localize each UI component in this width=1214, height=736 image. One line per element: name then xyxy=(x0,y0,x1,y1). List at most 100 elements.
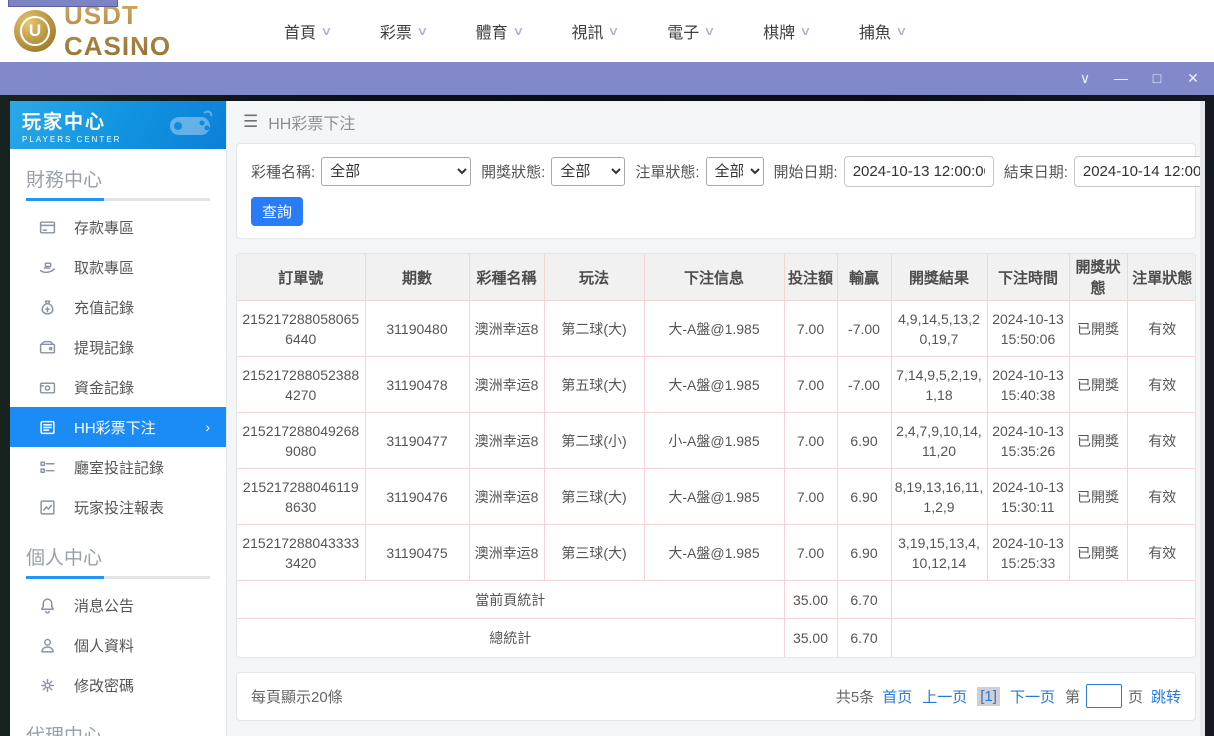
nav-item-3[interactable]: 視訊∨ xyxy=(571,19,618,43)
section-title-1: 個人中心 xyxy=(10,527,226,576)
sidebar-item-充值記錄[interactable]: 充值記錄 xyxy=(10,287,226,327)
summary-label: 當前頁統計 xyxy=(237,581,784,619)
next-page-link[interactable]: 下一页 xyxy=(1010,686,1055,707)
table-cell: 31190476 xyxy=(365,469,469,525)
sidebar-item-存款專區[interactable]: 存款專區 xyxy=(10,207,226,247)
table-cell: 已開獎 xyxy=(1069,301,1127,357)
sidebar-item-廳室投註記錄[interactable]: 廳室投註記錄 xyxy=(10,447,226,487)
table-row: 215217288049268908031190477澳洲幸运8第二球(小)小-… xyxy=(237,413,1196,469)
table-row: 215217288046119863031190476澳洲幸运8第三球(大)大-… xyxy=(237,469,1196,525)
col-header-4: 下注信息 xyxy=(644,254,784,301)
table-cell: 4,9,14,5,13,20,19,7 xyxy=(891,301,987,357)
col-header-5: 投注額 xyxy=(784,254,837,301)
chevron-down-icon: ∨ xyxy=(512,24,524,38)
sidebar-item-玩家投注報表[interactable]: 玩家投注報表 xyxy=(10,487,226,527)
summary-empty xyxy=(891,581,1196,619)
table-row: 215217288058065644031190480澳洲幸运8第二球(大)大-… xyxy=(237,301,1196,357)
sidebar-item-label: 存款專區 xyxy=(74,217,134,238)
menu-toggle-icon[interactable]: ☰ xyxy=(243,112,258,132)
nav-item-2[interactable]: 體育∨ xyxy=(476,19,523,43)
logo[interactable]: U USDT CASINO xyxy=(14,0,254,62)
nav-item-0[interactable]: 首頁∨ xyxy=(284,19,331,43)
maximize-icon[interactable]: □ xyxy=(1142,62,1172,95)
order-status-select[interactable]: 全部 xyxy=(706,157,764,186)
col-header-3: 玩法 xyxy=(544,254,644,301)
nav-item-label: 視訊 xyxy=(571,19,603,43)
col-header-6: 輸贏 xyxy=(837,254,891,301)
summary-row: 總統計35.006.70 xyxy=(237,619,1196,657)
sidebar-item-資金記錄[interactable]: 資金記錄 xyxy=(10,367,226,407)
sidebar-item-個人資料[interactable]: 個人資料 xyxy=(10,625,226,665)
summary-row: 當前頁統計35.006.70 xyxy=(237,581,1196,619)
logo-coin-icon: U xyxy=(14,10,56,52)
table-cell: 31190480 xyxy=(365,301,469,357)
nav-item-6[interactable]: 捕魚∨ xyxy=(859,19,906,43)
wallet-icon xyxy=(38,338,56,356)
sidebar-item-消息公告[interactable]: 消息公告 xyxy=(10,585,226,625)
table-cell: 有效 xyxy=(1127,301,1196,357)
end-date-label: 結束日期: xyxy=(1004,161,1068,182)
nav-item-1[interactable]: 彩票∨ xyxy=(380,19,427,43)
nav-item-label: 彩票 xyxy=(380,19,412,43)
sidebar-item-修改密碼[interactable]: 修改密碼 xyxy=(10,665,226,705)
summary-empty xyxy=(891,619,1196,657)
table-cell: 7.00 xyxy=(784,413,837,469)
window-titlebar: ∨—□✕ xyxy=(0,62,1214,95)
section-underline xyxy=(26,198,210,201)
start-date-input[interactable] xyxy=(844,156,994,187)
sidebar-item-label: HH彩票下注 xyxy=(74,417,156,438)
bets-table-card: 訂單號期數彩種名稱玩法下注信息投注額輸贏開獎結果下注時間開獎狀態注單狀態 215… xyxy=(236,253,1196,658)
sidebar-item-label: 消息公告 xyxy=(74,595,134,616)
pager: 共5条 首页 上一页 [1] 下一页 第 页 跳转 xyxy=(836,684,1181,708)
withdraw-hand-icon xyxy=(38,258,56,276)
jump-go-link[interactable]: 跳转 xyxy=(1151,686,1181,707)
moneybag-icon xyxy=(38,298,56,316)
chevron-down-icon: ∨ xyxy=(320,24,332,38)
page-title: HH彩票下注 xyxy=(268,110,355,134)
query-button[interactable]: 查詢 xyxy=(251,197,303,226)
sidebar-item-HH彩票下注[interactable]: HH彩票下注› xyxy=(10,407,226,447)
table-cell: 2,4,7,9,10,14,11,20 xyxy=(891,413,987,469)
first-page-link[interactable]: 首页 xyxy=(882,686,912,707)
logo-text: USDT CASINO xyxy=(64,0,254,62)
nav-item-5[interactable]: 棋牌∨ xyxy=(763,19,810,43)
page-jump-input[interactable] xyxy=(1086,684,1122,708)
table-cell: 7.00 xyxy=(784,301,837,357)
table-cell: 已開獎 xyxy=(1069,469,1127,525)
table-cell: 2152172880461198630 xyxy=(237,469,365,525)
draw-status-select[interactable]: 全部 xyxy=(551,157,625,186)
table-cell: 6.90 xyxy=(837,525,891,581)
summary-win-loss: 6.70 xyxy=(837,619,891,657)
sidebar-item-label: 玩家投注報表 xyxy=(74,497,164,518)
table-cell: 2152172880433333420 xyxy=(237,525,365,581)
end-date-input[interactable] xyxy=(1074,156,1205,187)
table-cell: 31190477 xyxy=(365,413,469,469)
col-header-7: 開獎結果 xyxy=(891,254,987,301)
sidebar-item-提現記錄[interactable]: 提現記錄 xyxy=(10,327,226,367)
col-header-8: 下注時間 xyxy=(987,254,1069,301)
table-cell: 第三球(大) xyxy=(544,469,644,525)
table-cell: 有效 xyxy=(1127,413,1196,469)
nav-item-4[interactable]: 電子∨ xyxy=(667,19,714,43)
summary-bet-total: 35.00 xyxy=(784,619,837,657)
browser-tab-stub xyxy=(8,0,118,7)
nav-item-label: 電子 xyxy=(667,19,699,43)
sidebar-item-取款專區[interactable]: 取款專區 xyxy=(10,247,226,287)
chevron-down-icon[interactable]: ∨ xyxy=(1070,62,1100,95)
table-cell: 2152172880492689080 xyxy=(237,413,365,469)
table-cell: 3,19,15,13,4,10,12,14 xyxy=(891,525,987,581)
total-count-text: 共5条 xyxy=(836,686,874,707)
main-nav: 首頁∨彩票∨體育∨視訊∨電子∨棋牌∨捕魚∨ xyxy=(284,19,955,43)
table-cell: 7.00 xyxy=(784,357,837,413)
minimize-icon[interactable]: — xyxy=(1106,62,1136,95)
col-header-2: 彩種名稱 xyxy=(469,254,544,301)
table-cell: 第三球(大) xyxy=(544,525,644,581)
window-scrollbar[interactable] xyxy=(1200,101,1205,736)
close-icon[interactable]: ✕ xyxy=(1178,62,1208,95)
section-title-0: 財務中心 xyxy=(10,149,226,198)
breadcrumb: ☰ HH彩票下注 xyxy=(227,101,1205,143)
table-cell: 第五球(大) xyxy=(544,357,644,413)
lottery-name-select[interactable]: 全部 xyxy=(321,157,471,186)
prev-page-link[interactable]: 上一页 xyxy=(922,686,967,707)
table-cell: 2024-10-13 15:25:33 xyxy=(987,525,1069,581)
